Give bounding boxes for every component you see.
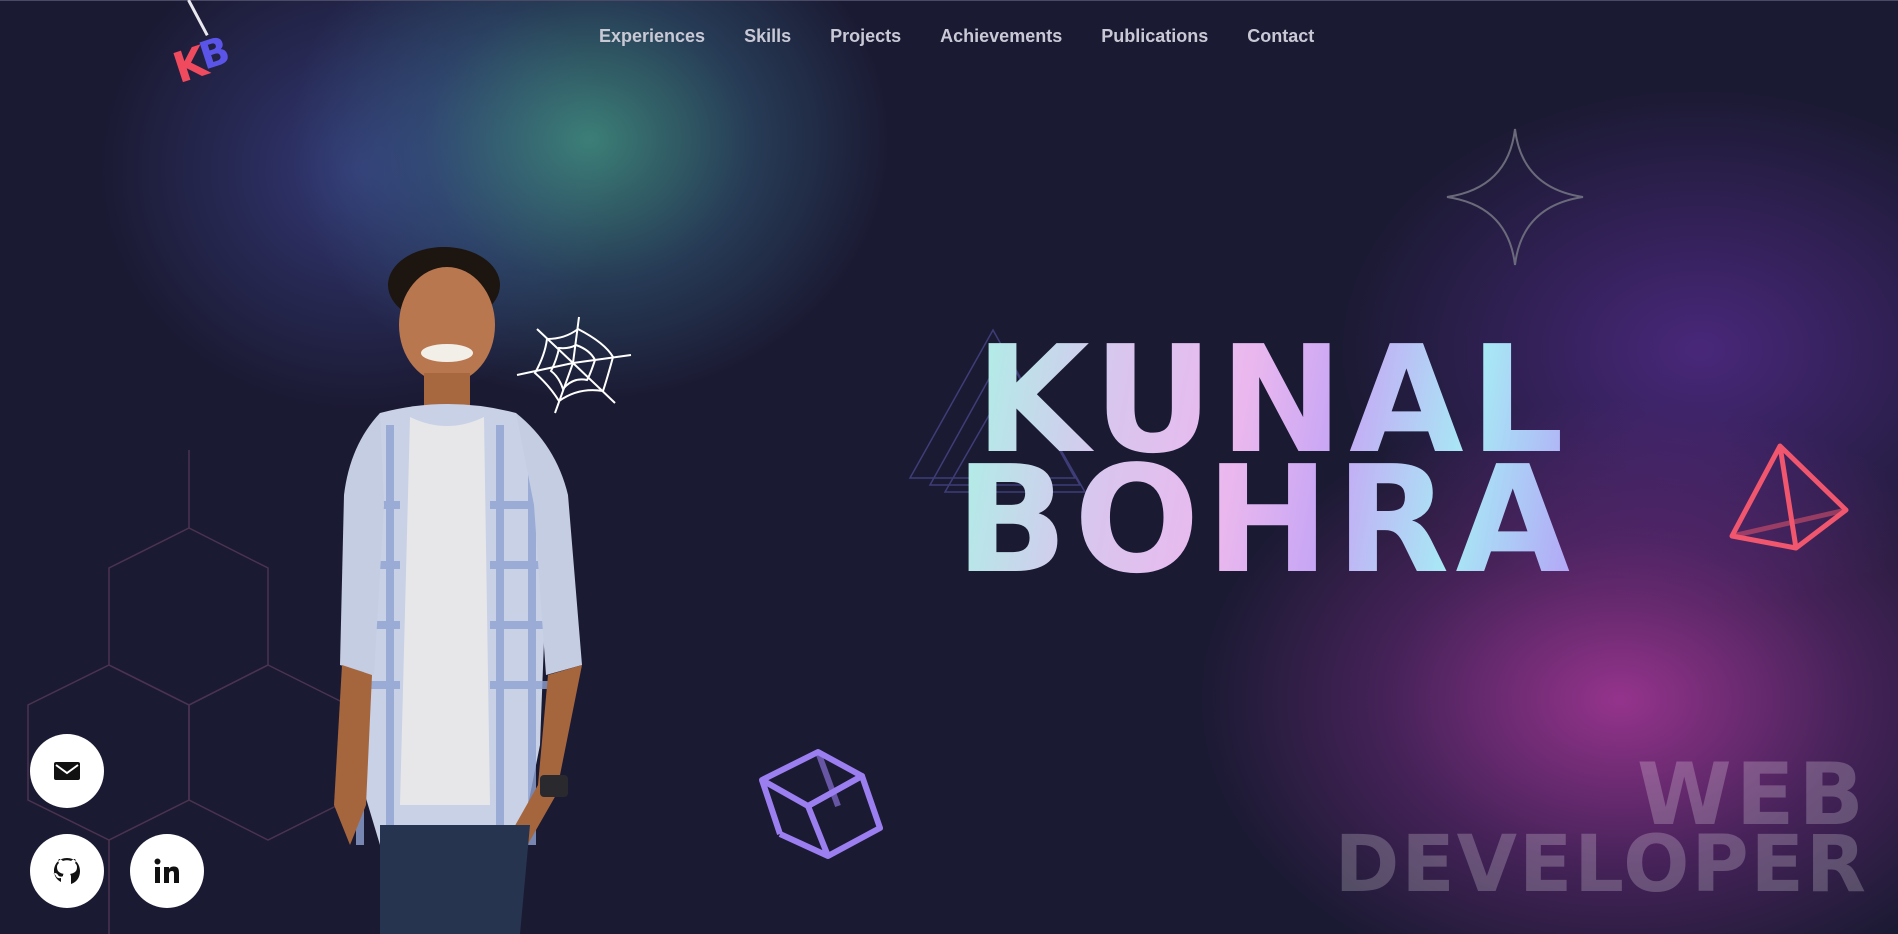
- nav-projects[interactable]: Projects: [830, 26, 901, 47]
- profile-photo: [334, 247, 582, 934]
- nav-contact[interactable]: Contact: [1247, 26, 1314, 47]
- nav-publications[interactable]: Publications: [1101, 26, 1208, 47]
- top-border: [0, 0, 1898, 1]
- nav-skills[interactable]: Skills: [744, 26, 791, 47]
- role-line-developer: DEVELOPER: [1334, 820, 1868, 910]
- mail-icon: [54, 762, 80, 780]
- logo-string: [187, 0, 209, 37]
- hero-name: KUNAL BOHRA: [955, 340, 1576, 580]
- pyramid-icon: [1729, 443, 1849, 551]
- last-name: BOHRA: [955, 434, 1576, 606]
- linkedin-icon: [154, 858, 179, 883]
- email-button[interactable]: [30, 734, 104, 808]
- sparkle-star-icon: [1446, 128, 1584, 266]
- nav-experiences[interactable]: Experiences: [599, 26, 705, 47]
- github-icon: [53, 858, 80, 884]
- cube-icon: [759, 749, 883, 859]
- linkedin-button[interactable]: [130, 834, 204, 908]
- nav-achievements[interactable]: Achievements: [940, 26, 1062, 47]
- role-title: WEB DEVELOPER: [1334, 752, 1868, 910]
- github-button[interactable]: [30, 834, 104, 908]
- main-nav: Experiences Skills Projects Achievements…: [599, 26, 1314, 47]
- hero-page: K B Experiences Skills Projects Achievem…: [0, 0, 1898, 934]
- kb-logo[interactable]: K B: [167, 0, 250, 98]
